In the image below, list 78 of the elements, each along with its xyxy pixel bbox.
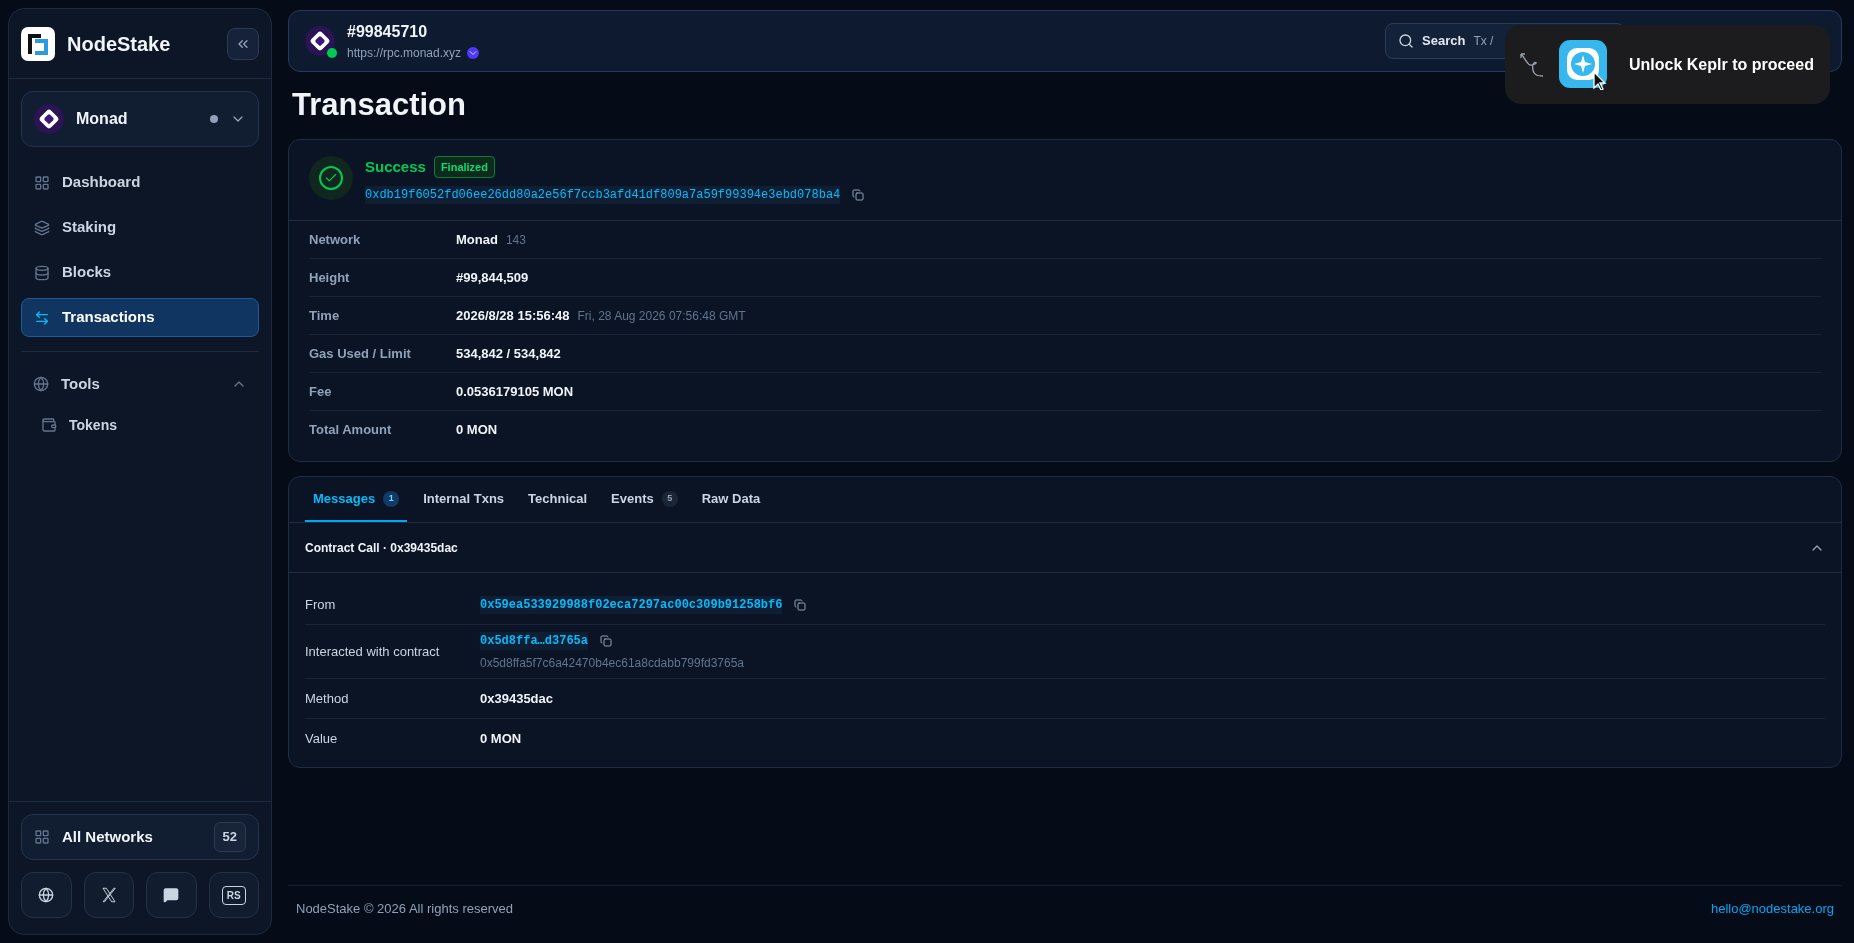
field-label: Network bbox=[309, 230, 362, 249]
keplr-app-icon bbox=[1559, 39, 1609, 90]
network-logo bbox=[34, 104, 64, 134]
globe-icon bbox=[33, 376, 49, 392]
field-label: From bbox=[305, 595, 337, 614]
search-icon bbox=[1398, 33, 1414, 49]
field-value: Monad bbox=[456, 230, 498, 249]
search-placeholder: Search bbox=[1422, 32, 1466, 51]
social-button[interactable] bbox=[146, 872, 197, 918]
tab[interactable]: Messages 1 bbox=[305, 477, 408, 522]
social-button[interactable] bbox=[21, 872, 72, 918]
page-title: Transaction bbox=[292, 86, 467, 124]
nav-item[interactable]: Transactions bbox=[21, 298, 259, 337]
nav-item[interactable]: Blocks bbox=[21, 253, 259, 292]
nav-item[interactable]: Dashboard bbox=[21, 163, 259, 202]
all-networks-button[interactable]: All Networks 52 bbox=[21, 814, 259, 860]
tab-count: 1 bbox=[383, 490, 400, 507]
tab[interactable]: Internal Txns bbox=[415, 477, 513, 522]
copyright: NodeStake © 2026 All rights reserved bbox=[296, 899, 513, 918]
message-header[interactable]: Contract Call · 0x39435dac bbox=[289, 523, 1841, 573]
chain-logo bbox=[305, 26, 335, 56]
popup-message: Unlock Keplr to proceed bbox=[1629, 54, 1814, 75]
field-value: 0.0536179105 MON bbox=[456, 382, 574, 401]
tab[interactable]: Events 5 bbox=[603, 477, 686, 522]
field-label: Height bbox=[309, 268, 351, 287]
copy-icon[interactable] bbox=[794, 598, 807, 611]
tab[interactable]: Technical bbox=[520, 477, 596, 522]
grid-icon bbox=[34, 829, 50, 845]
brand-logo bbox=[21, 26, 55, 61]
collapse-button[interactable] bbox=[227, 27, 259, 60]
wallet-icon bbox=[41, 417, 57, 433]
search-hint: Tx / bbox=[1473, 33, 1494, 50]
tools-toggle[interactable]: Tools bbox=[21, 366, 259, 402]
field-label: Method bbox=[305, 689, 350, 708]
tab[interactable]: Raw Data bbox=[693, 477, 769, 522]
field-value: #99,844,509 bbox=[456, 268, 529, 287]
field-label: Total Amount bbox=[309, 421, 393, 440]
field-value: 0x39435dac bbox=[480, 689, 553, 708]
rpc-url: https://rpc.monad.xyz bbox=[347, 45, 462, 62]
field-label: Fee bbox=[309, 382, 333, 401]
network-count: 52 bbox=[213, 822, 246, 852]
stake-icon bbox=[34, 219, 50, 236]
blocks-icon bbox=[34, 264, 50, 281]
field-label: Interacted with contract bbox=[305, 642, 441, 661]
contract-full-address: 0x5d8ffa5f7c6a42470b4ec61a8cdabb799fd3765a bbox=[480, 654, 745, 672]
copy-icon[interactable] bbox=[852, 189, 865, 201]
field-label: Gas Used / Limit bbox=[309, 344, 412, 363]
status-text: Success bbox=[365, 156, 426, 177]
field-extra: Fri, 28 Aug 2026 07:56:48 GMT bbox=[577, 307, 746, 325]
copy-icon[interactable] bbox=[600, 634, 613, 647]
success-icon bbox=[309, 155, 353, 200]
rs-label: RS bbox=[221, 885, 246, 905]
block-number: #99845710 bbox=[347, 22, 429, 42]
nav-subitem[interactable]: Tokens bbox=[21, 408, 259, 442]
finalized-badge: Finalized bbox=[433, 155, 495, 178]
nav-item[interactable]: Staking bbox=[21, 208, 259, 247]
social-button[interactable]: RS bbox=[208, 872, 259, 918]
arrows-icon bbox=[34, 309, 50, 326]
field-value: 0 MON bbox=[480, 730, 522, 749]
x-logo-icon bbox=[99, 886, 118, 904]
dropdown-icon[interactable] bbox=[467, 47, 480, 59]
grid-icon bbox=[34, 174, 50, 191]
field-extra: 143 bbox=[505, 231, 526, 249]
globe-icon bbox=[38, 887, 55, 903]
network-selector[interactable]: Monad bbox=[21, 91, 259, 147]
field-label: Value bbox=[305, 730, 339, 749]
brand-name: NodeStake bbox=[67, 31, 171, 57]
chat-icon bbox=[163, 887, 180, 903]
field-value: 0 MON bbox=[456, 421, 498, 440]
field-value: 534,842 / 534,842 bbox=[456, 344, 561, 363]
social-button[interactable] bbox=[83, 872, 134, 918]
address-link[interactable]: 0x59ea533929988f02eca7297ac00c309b91258bf6 bbox=[480, 595, 783, 614]
tab-count: 5 bbox=[661, 490, 678, 507]
email-link[interactable]: hello@nodestake.org bbox=[1710, 898, 1834, 919]
tx-hash[interactable]: 0xdb19f6052fd06ee26dd80a2e56f7ccb3afd41df809a7a59f99394e3ebd078ba4 bbox=[365, 186, 841, 204]
field-value: 2026/8/28 15:56:48 bbox=[456, 306, 570, 325]
contract-link[interactable]: 0x5d8ffa…d3765a bbox=[480, 631, 589, 650]
field-label: Time bbox=[309, 306, 341, 325]
